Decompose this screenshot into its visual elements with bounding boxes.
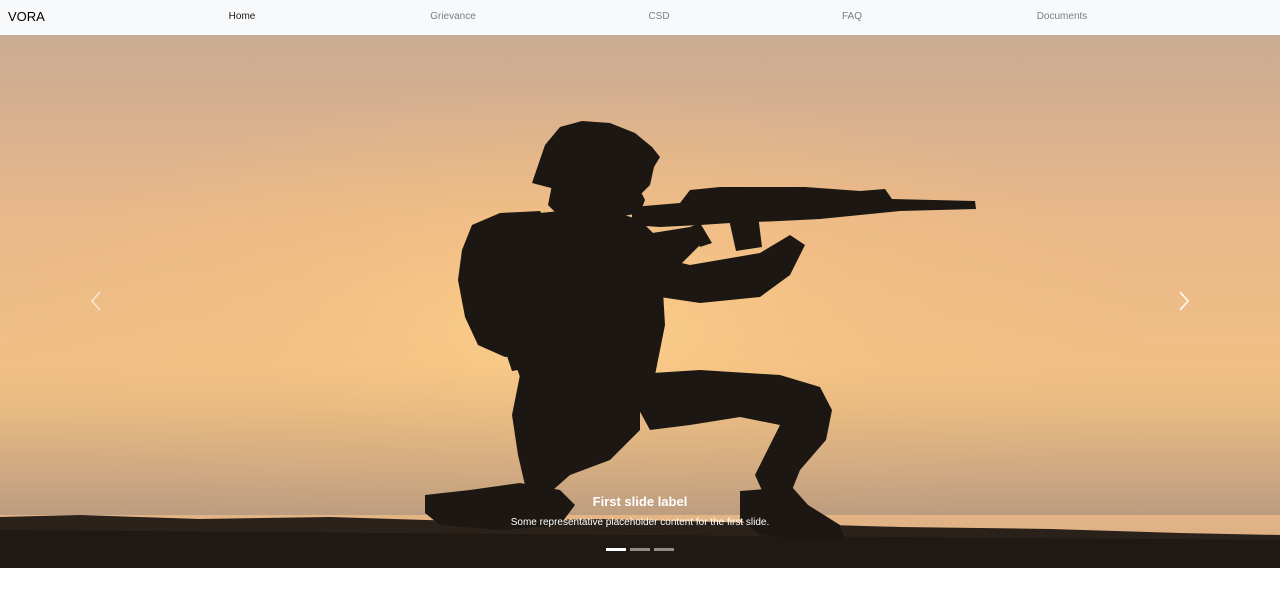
slide-caption-text: Some representative placeholder content … bbox=[510, 517, 770, 528]
chevron-right-icon bbox=[1179, 291, 1190, 311]
carousel-indicators bbox=[606, 548, 674, 551]
carousel-next-button[interactable] bbox=[1164, 281, 1204, 321]
slide-image-soldier-silhouette bbox=[0, 35, 1280, 568]
hero-carousel: First slide label Some representative pl… bbox=[0, 35, 1280, 568]
carousel-prev-button[interactable] bbox=[76, 281, 116, 321]
nav-link-documents[interactable]: Documents bbox=[1037, 10, 1088, 24]
nav-link-faq[interactable]: FAQ bbox=[842, 10, 862, 24]
nav-link-grievance[interactable]: Grievance bbox=[430, 10, 476, 24]
slide-caption-title: First slide label bbox=[592, 494, 688, 509]
slide-caption: First slide label Some representative pl… bbox=[340, 493, 940, 530]
brand-logo[interactable]: VORA bbox=[8, 8, 45, 26]
carousel-indicator-1[interactable] bbox=[606, 548, 626, 551]
carousel-indicator-2[interactable] bbox=[630, 548, 650, 551]
chevron-left-icon bbox=[90, 291, 101, 311]
carousel-indicator-3[interactable] bbox=[654, 548, 674, 551]
top-navbar: VORA Home Grievance CSD FAQ Documents bbox=[0, 0, 1280, 35]
nav-link-home[interactable]: Home bbox=[229, 10, 256, 24]
nav-link-csd[interactable]: CSD bbox=[648, 10, 669, 24]
